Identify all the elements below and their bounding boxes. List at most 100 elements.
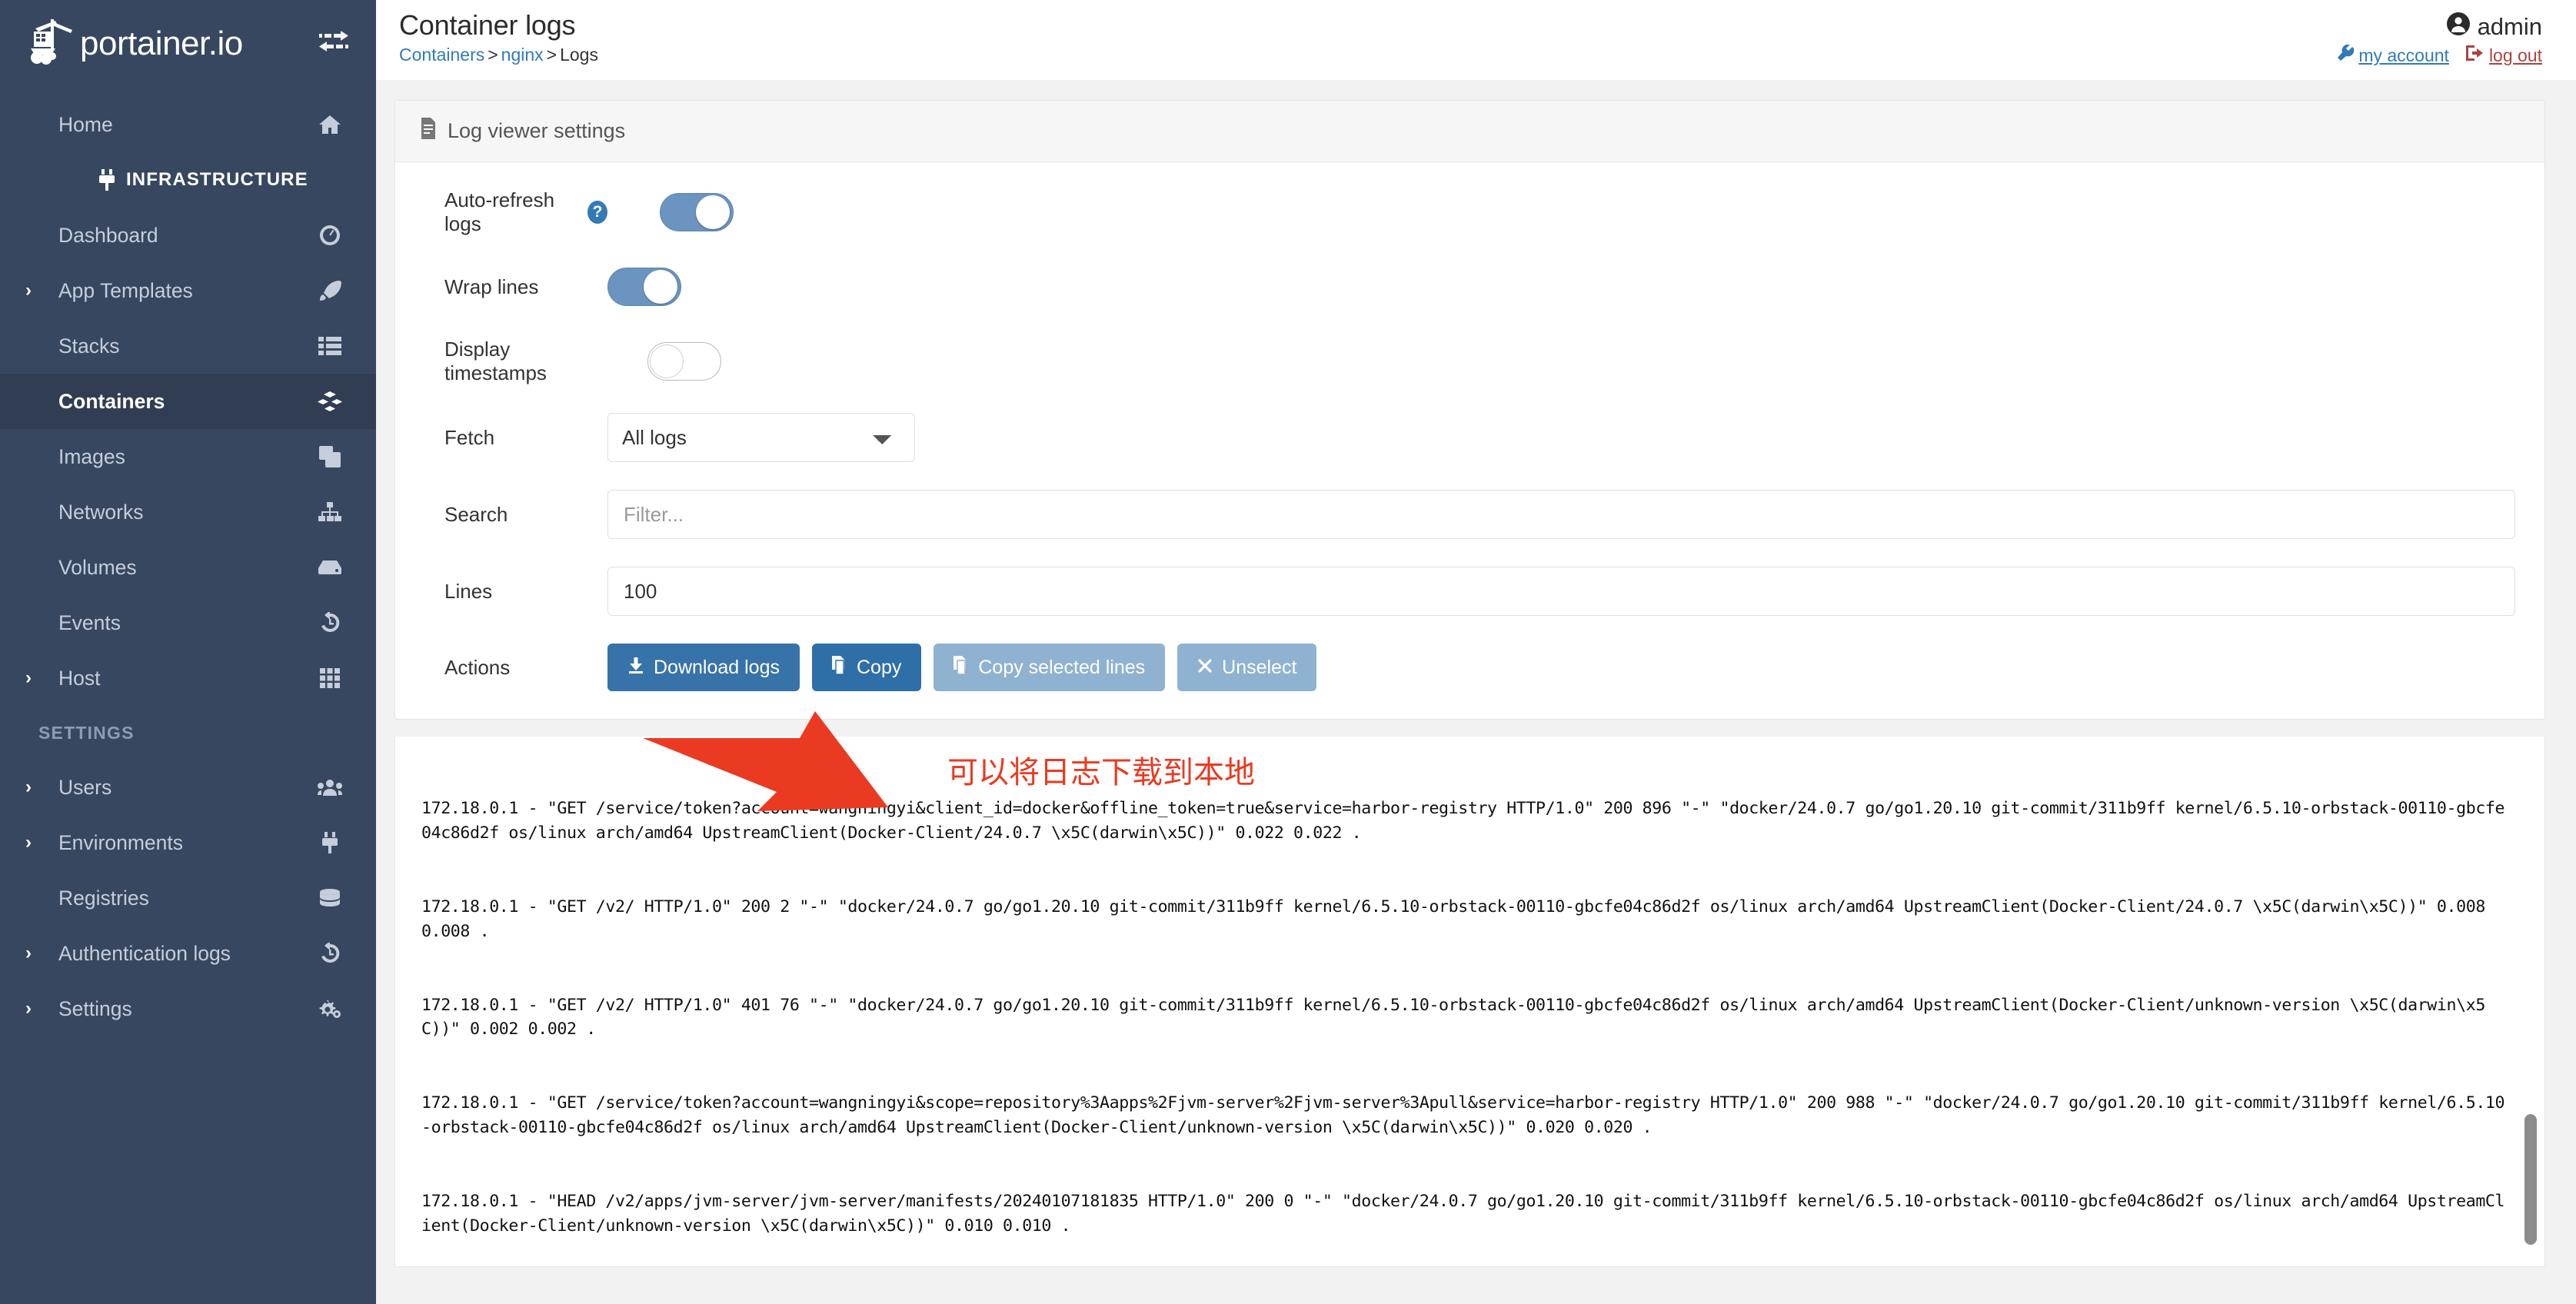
sidebar-section-settings: SETTINGS (38, 722, 135, 743)
unselect-button[interactable]: Unselect (1177, 644, 1317, 691)
log-scrollbar-thumb[interactable] (2524, 1114, 2537, 1245)
unselect-label: Unselect (1222, 656, 1297, 678)
sidebar-item-host[interactable]: › Host (0, 650, 376, 706)
user-circle-icon (2446, 12, 2470, 42)
search-input[interactable] (607, 490, 2515, 539)
history-icon (313, 938, 347, 969)
user-line: admin (2337, 12, 2542, 42)
search-label: Search (444, 502, 508, 526)
chevron-right-icon[interactable]: › (18, 281, 38, 300)
log-scrollbar[interactable] (2524, 737, 2540, 1266)
sidebar-item-authentication-logs[interactable]: › Authentication logs (0, 926, 376, 981)
main-area: Container logs Containers > nginx > Logs adm… (376, 0, 2576, 1304)
display-timestamps-row: Display timestamps (418, 338, 2521, 385)
plug-icon (98, 169, 115, 191)
sidebar-item-settings[interactable]: › Settings (0, 981, 376, 1036)
grid-icon (313, 663, 347, 694)
log-line[interactable]: 172.18.0.1 - "GET /v2/ HTTP/1.0" 200 2 "… (421, 895, 2514, 944)
log-out-label: log out (2488, 45, 2542, 65)
breadcrumb-separator: > (488, 45, 498, 65)
sidebar-item-containers[interactable]: Containers (0, 374, 376, 429)
gears-icon (313, 993, 347, 1024)
panel-title: Log viewer settings (448, 119, 626, 142)
auto-refresh-label: Auto-refresh logs (444, 188, 555, 235)
log-line[interactable]: 172.18.0.1 - "GET /v2/ HTTP/1.0" 401 76 … (421, 993, 2514, 1043)
breadcrumb-item-nginx[interactable]: nginx (501, 45, 544, 65)
home-icon (313, 109, 347, 140)
panel-body: Auto-refresh logs ? Wrap lines Display t… (395, 162, 2544, 719)
actions-row: Actions Download logs Copy Copy selected… (418, 644, 2521, 691)
history-icon (313, 607, 347, 638)
sidebar-item-registries[interactable]: Registries (0, 870, 376, 926)
download-logs-button[interactable]: Download logs (607, 644, 800, 691)
user-links: my account log out (2337, 44, 2542, 66)
display-timestamps-toggle[interactable] (647, 342, 721, 381)
dashboard-icon (313, 220, 347, 251)
action-buttons: Download logs Copy Copy selected lines U… (607, 644, 1317, 691)
copy-selected-lines-label: Copy selected lines (978, 656, 1146, 678)
wrap-lines-label: Wrap lines (444, 274, 539, 298)
chevron-right-icon[interactable]: › (18, 944, 38, 963)
sidebar-item-volumes[interactable]: Volumes (0, 540, 376, 595)
copy-button[interactable]: Copy (812, 644, 922, 691)
sidebar-section-infrastructure: INFRASTRUCTURE (0, 152, 376, 208)
log-line[interactable]: 172.18.0.1 - "HEAD /v2/apps/jvm-server/j… (421, 1189, 2514, 1239)
sidebar-item-networks[interactable]: Networks (0, 484, 376, 540)
panel-header: Log viewer settings (395, 101, 2544, 162)
breadcrumb-separator: > (546, 45, 557, 65)
log-line[interactable]: 172.18.0.1 - "GET /service/token?account… (421, 1091, 2514, 1140)
sidebar-item-label: Containers (58, 389, 165, 413)
app-root: portainer.io Home INFRASTRUCTURE Dashboa… (0, 0, 2576, 1304)
header-left: Container logs Containers > nginx > Logs (399, 9, 598, 65)
toggle-knob (644, 270, 677, 304)
sidebar-item-label: Images (58, 444, 125, 468)
lines-label: Lines (444, 579, 493, 603)
sidebar-item-label: Events (58, 610, 121, 634)
sidebar-item-label: Host (58, 666, 101, 690)
sidebar-item-app-templates[interactable]: › App Templates (0, 263, 376, 318)
copy-icon (832, 655, 847, 680)
fetch-select[interactable]: All logs (607, 413, 915, 462)
users-icon (313, 772, 347, 803)
sidebar-item-images[interactable]: Images (0, 429, 376, 484)
sidebar-item-label: Environments (58, 830, 184, 854)
stacks-icon (313, 331, 347, 361)
question-circle-icon[interactable]: ? (587, 201, 607, 224)
download-logs-label: Download logs (654, 656, 780, 678)
copy-selected-lines-button[interactable]: Copy selected lines (934, 644, 1166, 691)
sidebar-item-events[interactable]: Events (0, 595, 376, 650)
chevron-right-icon[interactable]: › (18, 778, 38, 797)
chevron-right-icon[interactable]: › (18, 1000, 38, 1018)
plug-icon (313, 827, 347, 858)
breadcrumb-item-containers[interactable]: Containers (399, 45, 484, 65)
chevron-right-icon[interactable]: › (18, 833, 38, 852)
log-line[interactable]: 172.18.0.1 - "GET /service/token?account… (421, 797, 2514, 846)
brand-left: portainer.io (29, 18, 243, 65)
auto-refresh-toggle[interactable] (660, 193, 734, 231)
chevron-right-icon[interactable]: › (18, 669, 38, 687)
log-out-link[interactable]: log out (2465, 45, 2542, 66)
auto-refresh-label-group: Auto-refresh logs ? (418, 188, 607, 236)
collapse-arrows-icon[interactable] (318, 28, 350, 55)
images-icon (313, 441, 347, 472)
times-icon (1197, 657, 1213, 679)
log-viewer-settings-panel: Log viewer settings Auto-refresh logs ? (394, 100, 2545, 720)
sidebar-item-environments[interactable]: › Environments (0, 815, 376, 870)
sidebar-item-dashboard[interactable]: Dashboard (0, 208, 376, 263)
sidebar-item-label: Users (58, 775, 112, 799)
rocket-icon (313, 275, 347, 306)
containers-icon (313, 386, 347, 417)
wrap-lines-toggle[interactable] (607, 268, 681, 306)
sidebar-item-users[interactable]: › Users (0, 760, 376, 815)
sidebar: portainer.io Home INFRASTRUCTURE Dashboa… (0, 0, 376, 1304)
auto-refresh-row: Auto-refresh logs ? (418, 188, 2521, 236)
my-account-link[interactable]: my account (2337, 44, 2449, 66)
sidebar-item-label: Authentication logs (58, 941, 231, 965)
sidebar-item-label: Networks (58, 500, 144, 524)
brand-title: portainer.io (80, 25, 243, 62)
sidebar-item-home[interactable]: Home (0, 97, 376, 152)
lines-input[interactable] (607, 567, 2515, 616)
sidebar-item-stacks[interactable]: Stacks (0, 318, 376, 374)
log-output-panel[interactable]: 172.18.0.1 - "GET /service/token?account… (394, 737, 2545, 1267)
sidebar-item-label: Home (58, 112, 113, 136)
